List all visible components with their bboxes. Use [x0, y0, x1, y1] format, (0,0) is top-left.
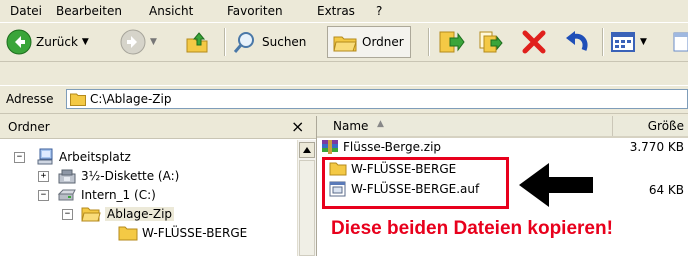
folder-icon [70, 93, 86, 106]
left-arrow-icon [519, 163, 593, 207]
scroll-thumb[interactable] [299, 160, 315, 256]
highlight-box [322, 157, 509, 209]
expand-icon[interactable]: + [38, 170, 49, 182]
views-button[interactable]: ▼ [610, 27, 647, 57]
folders-panel-title: Ordner [8, 120, 50, 134]
folders-button[interactable]: Ordner [327, 26, 411, 58]
delete-x-icon [522, 30, 546, 54]
menu-favoriten[interactable]: Favoriten [227, 4, 283, 18]
file-size: 3.770 KB [629, 140, 684, 154]
collapse-icon[interactable]: − [62, 208, 73, 220]
delete-button[interactable] [520, 27, 548, 57]
undo-icon [566, 31, 588, 51]
address-value: C:\Ablage-Zip [90, 92, 172, 106]
search-button[interactable]: Suchen [232, 27, 306, 57]
forward-dropdown-icon[interactable]: ▼ [150, 37, 157, 47]
back-label: Zurück [36, 35, 78, 49]
annotation-text: Diese beiden Dateien kopieren! [331, 218, 613, 239]
folders-icon [333, 36, 357, 52]
toolbar: Zurück ▼ ▼ Suchen Ordner ▼ [0, 23, 688, 62]
back-button[interactable]: Zurück ▼ [6, 27, 89, 57]
search-icon [233, 32, 254, 53]
forward-arrow-icon [120, 29, 146, 55]
toolbar-separator [602, 28, 604, 56]
drive-icon [57, 189, 76, 201]
address-bar: Adresse C:\Ablage-Zip [0, 85, 688, 114]
copy-to-icon [479, 31, 503, 53]
menu-help[interactable]: ? [376, 4, 382, 18]
tree-item-label: Ablage-Zip [105, 207, 175, 221]
menu-datei[interactable]: Datei [10, 4, 42, 18]
menu-bearbeiten[interactable]: Bearbeiten [56, 4, 122, 18]
tree-item-arbeitsplatz[interactable]: − Arbeitsplatz [14, 148, 131, 166]
tree-item-label: W-FLÜSSE-BERGE [142, 226, 248, 240]
move-to-button[interactable] [437, 27, 465, 57]
computer-icon [37, 148, 53, 165]
arrow-up-icon [303, 147, 311, 153]
tree-item-label: Arbeitsplatz [59, 150, 131, 164]
forward-button[interactable]: ▼ [120, 27, 157, 57]
up-folder-icon [186, 32, 208, 53]
search-label: Suchen [262, 35, 307, 49]
column-header-name[interactable]: Name [333, 119, 368, 133]
sort-ascending-icon: ▲ [377, 119, 384, 129]
folders-label: Ordner [362, 35, 404, 49]
tree-item-label: 3½-Diskette (A:) [81, 169, 180, 183]
address-label: Adresse [6, 92, 54, 106]
tree-item-w-fluesse-berge[interactable]: W-FLÜSSE-BERGE [118, 224, 247, 242]
up-folder-button[interactable] [184, 27, 210, 57]
open-folder-icon [81, 207, 101, 222]
views-grid-icon [611, 32, 635, 52]
views-dropdown-icon[interactable]: ▼ [640, 37, 647, 47]
back-arrow-icon [6, 29, 32, 55]
column-divider [612, 116, 613, 136]
tree-item-intern-c[interactable]: − Intern_1 (C:) [38, 186, 156, 204]
zip-archive-icon [322, 140, 338, 154]
move-to-icon [439, 31, 465, 53]
document-icon [673, 32, 688, 52]
folders-panel-header: Ordner × [0, 116, 316, 139]
file-row-zip[interactable]: Flüsse-Berge.zip [321, 138, 441, 156]
vertical-scrollbar[interactable] [297, 140, 316, 256]
tree-item-ablage-zip[interactable]: − Ablage-Zip [62, 205, 175, 223]
folder-icon [118, 226, 138, 241]
back-dropdown-icon[interactable]: ▼ [82, 37, 89, 47]
floppy-icon [58, 169, 76, 184]
collapse-icon[interactable]: − [38, 189, 49, 201]
tree-item-label: Intern_1 (C:) [81, 188, 156, 202]
menu-bar: Datei Bearbeiten Ansicht Favoriten Extra… [0, 0, 688, 23]
extra-toolbar-button[interactable] [672, 27, 688, 57]
close-icon[interactable]: × [291, 117, 304, 136]
menu-ansicht[interactable]: Ansicht [149, 4, 193, 18]
address-input[interactable]: C:\Ablage-Zip [66, 89, 688, 109]
scroll-up-button[interactable] [299, 142, 315, 158]
toolbar-separator [224, 28, 226, 56]
file-name: Flüsse-Berge.zip [343, 140, 442, 154]
file-size: 64 KB [648, 183, 684, 197]
column-header-size[interactable]: Größe [648, 119, 684, 133]
menu-extras[interactable]: Extras [317, 4, 355, 18]
undo-button[interactable] [562, 27, 590, 57]
folders-panel: Ordner × − Arbeitsplatz + 3½-Diskette (A… [0, 116, 317, 256]
toolbar-separator [428, 28, 430, 56]
collapse-icon[interactable]: − [14, 151, 25, 163]
copy-to-button[interactable] [477, 27, 505, 57]
tree-item-diskette[interactable]: + 3½-Diskette (A:) [38, 167, 179, 185]
file-list-header: Name ▲ Größe [317, 116, 688, 138]
